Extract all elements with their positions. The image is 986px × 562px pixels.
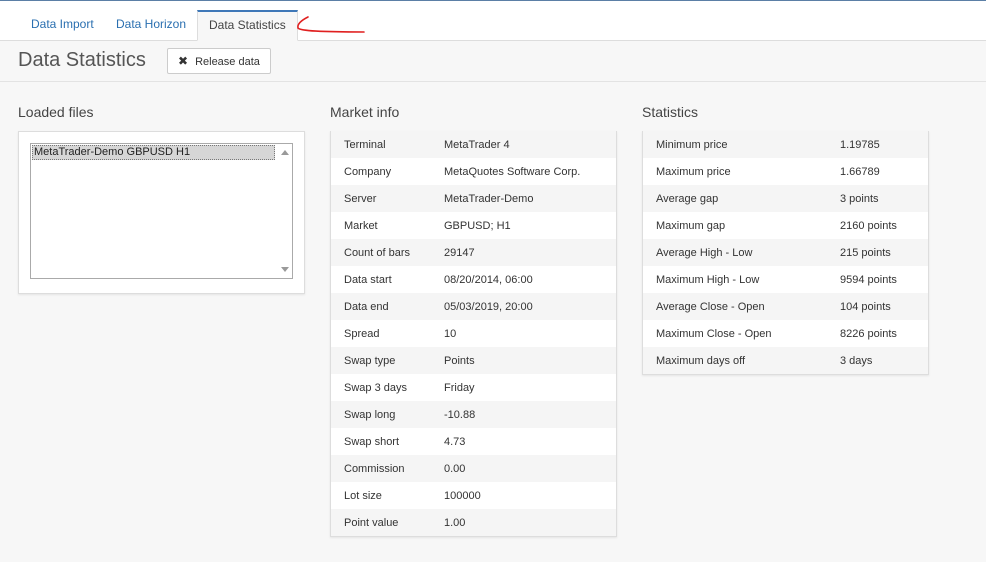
row-value: 1.66789 [840,165,880,178]
table-row: Maximum gap 2160 points [643,212,928,239]
row-label: Terminal [344,138,386,151]
table-row: Maximum Close - Open 8226 points [643,320,928,347]
row-value: GBPUSD; H1 [444,219,511,232]
row-label: Market [344,219,378,232]
statistics-table: Minimum price 1.19785 Maximum price 1.6678… [643,131,928,374]
table-row: Commission 0.00 [331,455,616,482]
row-label: Average High - Low [656,246,753,259]
row-value: MetaQuotes Software Corp. [444,165,581,178]
row-value: 4.73 [444,435,466,448]
row-label: Maximum Close - Open [656,327,772,340]
row-label: Commission [344,462,405,475]
row-value: Points [444,354,475,367]
tab-bar: Data Import Data Horizon Data Statistics [0,1,986,41]
row-label: Company [344,165,392,178]
row-value: MetaTrader-Demo [444,192,534,205]
row-value: 9594 points [840,273,897,286]
release-data-button[interactable]: ✖ Release data [167,48,271,74]
row-label: Maximum High - Low [656,273,760,286]
table-row: Average High - Low 215 points [643,239,928,266]
row-label: Spread [344,327,380,340]
row-value: MetaTrader 4 [444,138,510,151]
table-row: Maximum days off 3 days [643,347,928,374]
table-row: Count of bars 29147 [331,239,616,266]
table-row: Maximum price 1.66789 [643,158,928,185]
table-row: Average gap 3 points [643,185,928,212]
table-row: Average Close - Open 104 points [643,293,928,320]
table-row: Point value 1.00 [331,509,616,536]
statistics-title: Statistics [642,104,699,120]
market-info-title: Market info [330,104,400,120]
row-value: -10.88 [444,408,476,421]
market-info-panel: Terminal MetaTrader 4 Company MetaQuotes S… [330,131,617,537]
table-row: Lot size 100000 [331,482,616,509]
page-title: Data Statistics [18,49,146,71]
row-label: Swap long [344,408,396,421]
row-value: 10 [444,327,457,340]
row-label: Maximum price [656,165,731,178]
table-row: Swap short 4.73 [331,428,616,455]
table-row: Spread 10 [331,320,616,347]
red-arrow-annotation [297,16,365,33]
table-row: Data end 05/03/2019, 20:00 [331,293,616,320]
row-value: 05/03/2019, 20:00 [444,300,533,313]
row-label: Lot size [344,489,382,502]
row-label: Swap type [344,354,396,367]
loaded-files-listbox[interactable]: MetaTrader-Demo GBPUSD H1 [30,143,293,279]
row-label: Count of bars [344,246,411,259]
row-value: 3 points [840,192,879,205]
page-header: Data Statistics ✖ Release data [0,41,986,82]
row-label: Swap short [344,435,400,448]
row-value: 215 points [840,246,891,259]
table-row: Swap long -10.88 [331,401,616,428]
row-label: Maximum days off [656,354,746,367]
loaded-files-title: Loaded files [18,104,94,120]
row-label: Average Close - Open [656,300,765,313]
row-label: Swap 3 days [344,381,407,394]
row-value: 8226 points [840,327,897,340]
row-label: Data start [344,273,392,286]
row-value: 100000 [444,489,481,502]
row-label: Data end [344,300,389,313]
scroll-up-icon[interactable] [281,150,289,155]
row-label: Minimum price [656,138,728,151]
loaded-files-panel: MetaTrader-Demo GBPUSD H1 [18,131,305,294]
row-value: 08/20/2014, 06:00 [444,273,533,286]
scroll-down-icon[interactable] [281,267,289,272]
tab-data-import[interactable]: Data Import [20,10,105,40]
tab-data-horizon[interactable]: Data Horizon [105,10,197,40]
table-row: Minimum price 1.19785 [643,131,928,158]
table-row: Server MetaTrader-Demo [331,185,616,212]
row-label: Maximum gap [656,219,726,232]
row-value: 29147 [444,246,475,259]
row-value: 1.19785 [840,138,880,151]
table-row: Swap type Points [331,347,616,374]
row-value: Friday [444,381,475,394]
table-row: Swap 3 days Friday [331,374,616,401]
table-row: Company MetaQuotes Software Corp. [331,158,616,185]
tab-data-statistics[interactable]: Data Statistics [197,10,298,41]
row-value: 3 days [840,354,873,367]
row-label: Average gap [656,192,719,205]
row-value: 1.00 [444,516,466,529]
table-row: Market GBPUSD; H1 [331,212,616,239]
market-info-table: Terminal MetaTrader 4 Company MetaQuotes S… [331,131,616,536]
row-value: 2160 points [840,219,897,232]
release-data-label: Release data [195,56,260,68]
row-value: 0.00 [444,462,466,475]
row-label: Point value [344,516,399,529]
list-item[interactable]: MetaTrader-Demo GBPUSD H1 [32,145,275,160]
table-row: Maximum High - Low 9594 points [643,266,928,293]
statistics-panel: Minimum price 1.19785 Maximum price 1.6678… [642,131,929,375]
close-icon: ✖ [178,54,189,68]
row-value: 104 points [840,300,891,313]
table-row: Terminal MetaTrader 4 [331,131,616,158]
table-row: Data start 08/20/2014, 06:00 [331,266,616,293]
row-label: Server [344,192,377,205]
